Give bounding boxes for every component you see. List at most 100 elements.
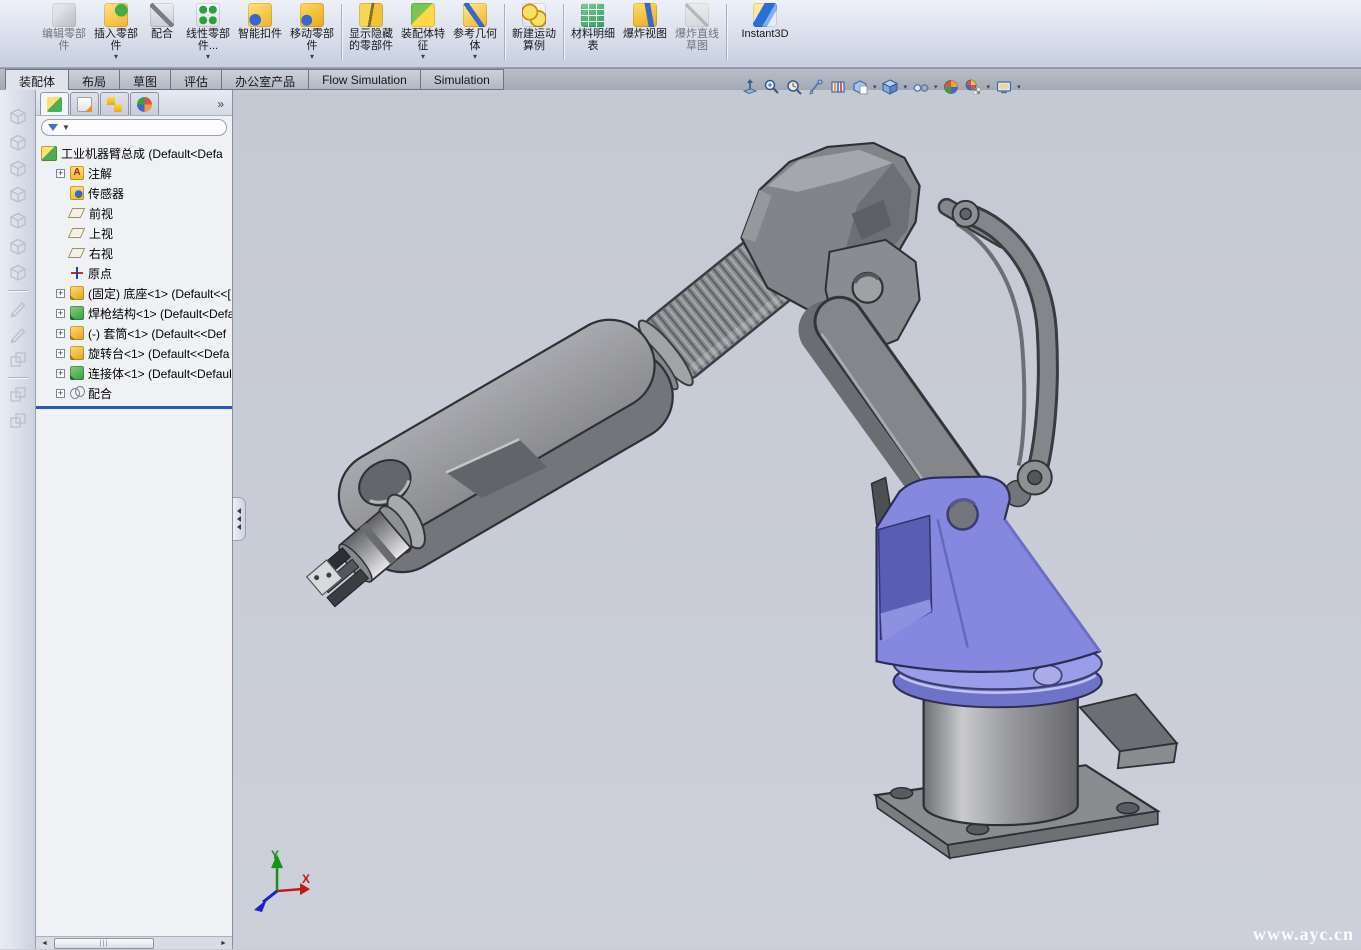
scrollbar-thumb[interactable]: |||	[54, 938, 154, 949]
dropdown-caret-icon[interactable]: ▾	[904, 83, 908, 91]
zoom-fit-icon[interactable]	[740, 78, 759, 97]
model-forearm[interactable]	[305, 304, 689, 611]
edit-component-icon	[52, 3, 76, 27]
tab-flow-simulation[interactable]: Flow Simulation	[308, 69, 421, 90]
expander-icon[interactable]	[56, 369, 65, 378]
dropdown-caret-icon[interactable]: ▾	[873, 83, 877, 91]
view-orientation-icon[interactable]	[828, 78, 847, 97]
new-motion-study-icon	[522, 3, 546, 27]
plane-icon	[68, 228, 85, 238]
expander-icon[interactable]	[56, 169, 65, 178]
zoom-area-icon[interactable]	[762, 78, 781, 97]
dropdown-caret-icon[interactable]: ▾	[114, 53, 118, 61]
bill-of-materials-button[interactable]: 材料明细表	[567, 0, 619, 64]
display-manager-tab[interactable]	[130, 92, 159, 115]
tab-office-products[interactable]: 办公室产品	[221, 69, 309, 90]
strip-divider	[8, 377, 28, 378]
expander-icon[interactable]	[56, 349, 65, 358]
graphics-viewport[interactable]: Y X www.ayc.cn	[233, 90, 1361, 949]
dropdown-caret-icon[interactable]: ▾	[206, 53, 210, 61]
strip-divider	[8, 290, 28, 291]
edit-appearance-icon[interactable]	[942, 78, 961, 97]
tree-item-right-plane[interactable]: 右视	[36, 243, 232, 263]
isometric-view-icon[interactable]	[7, 262, 29, 284]
dropdown-caret-icon[interactable]: ▾	[421, 53, 425, 61]
linear-component-pattern-button[interactable]: 线性零部件... ▾	[182, 0, 234, 64]
section-view-icon[interactable]	[806, 78, 825, 97]
cube-view-icon[interactable]	[7, 158, 29, 180]
tree-item-annotations[interactable]: 注解	[36, 163, 232, 183]
panel-overflow-chevron[interactable]: »	[217, 97, 230, 115]
scroll-right-arrow-icon[interactable]: ►	[218, 938, 229, 949]
tree-item-sleeve-component[interactable]: (-) 套筒<1> (Default<<Def	[36, 323, 232, 343]
explode-line-sketch-button[interactable]: 爆炸直线草图	[671, 0, 723, 64]
dropdown-caret-icon[interactable]: ▾	[934, 83, 938, 91]
display-style-icon[interactable]	[850, 78, 869, 97]
configuration-manager-tab[interactable]	[100, 92, 129, 115]
dropdown-caret-icon[interactable]: ▾	[987, 83, 991, 91]
view-cube-icon[interactable]	[881, 78, 900, 97]
feature-tree-tab[interactable]	[40, 92, 69, 115]
tree-item-base-component[interactable]: (固定) 底座<1> (Default<<[	[36, 283, 232, 303]
panel-horizontal-scrollbar[interactable]: ◄ ||| ►	[36, 936, 232, 949]
instant3d-button[interactable]: Instant3D	[730, 0, 800, 64]
hide-show-items-icon[interactable]	[911, 78, 930, 97]
tree-item-assembly-root[interactable]: 工业机器臂总成 (Default<Defa	[36, 143, 232, 163]
tree-item-front-plane[interactable]: 前视	[36, 203, 232, 223]
tab-layout[interactable]: 布局	[68, 69, 120, 90]
insert-component-button[interactable]: 插入零部件 ▾	[90, 0, 142, 64]
edit-component-button[interactable]: 编辑零部件	[38, 0, 90, 64]
cube-view-icon[interactable]	[7, 132, 29, 154]
copy-appearance-icon[interactable]	[7, 384, 29, 406]
model-turntable-bracket[interactable]	[877, 477, 1102, 708]
expander-icon[interactable]	[56, 289, 65, 298]
property-manager-tab[interactable]	[70, 92, 99, 115]
tree-item-connector-component[interactable]: 连接体<1> (Default<Defaul	[36, 363, 232, 383]
heads-up-view-toolbar: ▾ ▾ ▾ ▾ ▾	[740, 76, 1022, 98]
dropdown-caret-icon[interactable]: ▾	[473, 53, 477, 61]
cube-view-icon[interactable]	[7, 236, 29, 258]
expander-icon[interactable]	[56, 389, 65, 398]
tab-simulation[interactable]: Simulation	[420, 69, 504, 90]
view-settings-icon[interactable]	[994, 78, 1013, 97]
tree-item-mates[interactable]: 配合	[36, 383, 232, 403]
tab-evaluate[interactable]: 评估	[170, 69, 222, 90]
expander-icon[interactable]	[56, 329, 65, 338]
filter-row: ▼	[36, 116, 232, 139]
collapse-arrow-icon	[237, 516, 241, 522]
collapse-arrow-icon	[237, 524, 241, 530]
tree-item-origin[interactable]: 原点	[36, 263, 232, 283]
tree-item-sensors[interactable]: 传感器	[36, 183, 232, 203]
mate-button[interactable]: 配合	[142, 0, 182, 64]
smart-fasteners-button[interactable]: 智能扣件	[234, 0, 286, 64]
panel-collapse-handle[interactable]	[233, 497, 246, 541]
apply-scene-icon[interactable]	[964, 78, 983, 97]
tree-filter-input[interactable]: ▼	[41, 119, 227, 136]
exploded-view-button[interactable]: 爆炸视图	[619, 0, 671, 64]
cube-view-icon[interactable]	[7, 106, 29, 128]
filter-caret-icon[interactable]: ▼	[62, 123, 70, 132]
move-component-button[interactable]: 移动零部件 ▾	[286, 0, 338, 64]
add-sketch-icon[interactable]	[7, 323, 29, 345]
show-hidden-components-button[interactable]: 显示隐藏的零部件	[345, 0, 397, 64]
scroll-left-arrow-icon[interactable]: ◄	[39, 938, 50, 949]
dropdown-caret-icon[interactable]: ▾	[1017, 83, 1021, 91]
tab-sketch[interactable]: 草图	[119, 69, 171, 90]
tree-item-top-plane[interactable]: 上视	[36, 223, 232, 243]
cube-view-icon[interactable]	[7, 210, 29, 232]
previous-view-icon[interactable]	[784, 78, 803, 97]
tree-item-turntable-component[interactable]: 旋转台<1> (Default<<Defa	[36, 343, 232, 363]
tab-assembly[interactable]: 装配体	[5, 69, 69, 90]
move-copy-icon[interactable]	[7, 349, 29, 371]
cube-view-icon[interactable]	[7, 184, 29, 206]
move-component-icon	[300, 3, 324, 27]
reference-geometry-button[interactable]: 参考几何体 ▾	[449, 0, 501, 64]
tree-item-torch-component[interactable]: 焊枪结构<1> (Default<Defa	[36, 303, 232, 323]
paste-appearance-icon[interactable]	[7, 410, 29, 432]
new-motion-study-button[interactable]: 新建运动算例	[508, 0, 560, 64]
sketch-pencil-icon[interactable]	[7, 297, 29, 319]
assembly-features-button[interactable]: 装配体特征 ▾	[397, 0, 449, 64]
expander-icon[interactable]	[56, 309, 65, 318]
robot-arm-model-canvas[interactable]: Y X	[233, 90, 1361, 949]
dropdown-caret-icon[interactable]: ▾	[310, 53, 314, 61]
